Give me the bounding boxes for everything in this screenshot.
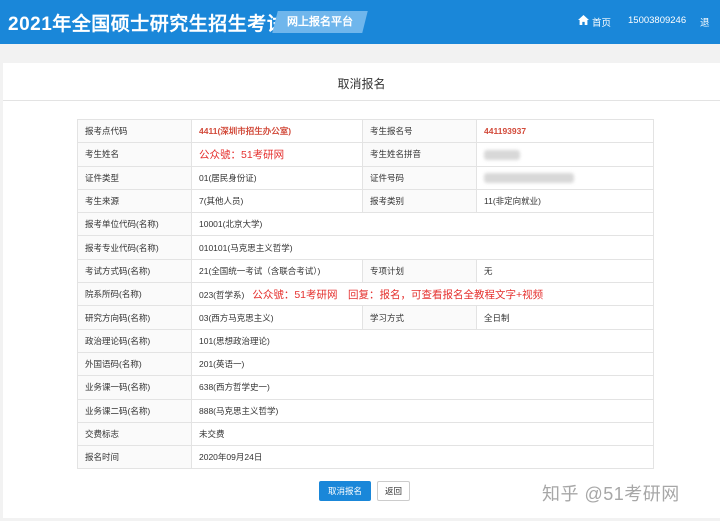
field-label: 考生姓名 (77, 142, 192, 167)
field-label: 报名时间 (77, 445, 192, 470)
field-value: 无 (476, 258, 654, 284)
zhihu-watermark: 知乎 @51考研网 (542, 484, 680, 504)
home-icon[interactable] (578, 15, 589, 25)
field-label: 考试方式码(名称) (77, 258, 192, 284)
field-label: 研究方向码(名称) (77, 305, 192, 330)
field-value: 21(全国统一考试（含联合考试）) (191, 258, 363, 284)
field-label: 报考专业代码(名称) (77, 235, 192, 260)
redacted-block (484, 173, 574, 184)
table-row: 报名时间 2020年09月24日 (77, 445, 654, 470)
field-label: 报考点代码 (77, 118, 192, 144)
payment-status-value: 未交费 (191, 421, 654, 447)
id-type-value: 01(居民身份证) (191, 165, 363, 190)
field-label: 政治理论码(名称) (77, 328, 192, 353)
field-label: 报考单位代码(名称) (77, 212, 192, 237)
table-row: 考生姓名 公众號：51考研网 考生姓名拼音 (77, 142, 654, 167)
table-row: 报考点代码 4411(深圳市招生办公室) 考生报名号 441193937 (77, 118, 654, 144)
field-label: 考生报名号 (362, 118, 477, 144)
field-label: 交费标志 (77, 421, 192, 447)
table-row: 业务课二码(名称) 888(马克思主义哲学) (77, 398, 654, 423)
field-value: 7(其他人员) (191, 188, 363, 214)
cancel-registration-card: 取消报名 报考点代码 4411(深圳市招生办公室) 考生报名号 44119393… (3, 63, 720, 518)
field-label: 业务课二码(名称) (77, 398, 192, 423)
table-row: 报考单位代码(名称) 10001(北京大学) (77, 212, 654, 237)
table-row: 外国语码(名称) 201(英语一) (77, 351, 654, 377)
field-label: 证件号码 (362, 165, 477, 190)
name-watermark: 公众號：51考研网 (199, 148, 285, 161)
field-label: 业务课一码(名称) (77, 375, 192, 400)
table-row: 报考专业代码(名称) 010101(马克思主义哲学) (77, 235, 654, 260)
field-value: 201(英语一) (191, 351, 654, 377)
field-label: 证件类型 (77, 165, 192, 190)
exam-site-value: 4411(深圳市招生办公室) (191, 118, 363, 144)
field-value: 638(西方哲学史一) (191, 375, 654, 400)
platform-label: 网上报名平台 (287, 16, 353, 28)
field-label: 考生来源 (77, 188, 192, 214)
table-row: 考生来源 7(其他人员) 报考类别 11(非定向就业) (77, 188, 654, 214)
top-header: 2021年全国硕士研究生招生考试 网上报名平台 首页 15003809246 退 (0, 0, 720, 44)
field-label: 考生姓名拼音 (362, 142, 477, 167)
field-label: 外国语码(名称) (77, 351, 192, 377)
site-title: 2021年全国硕士研究生招生考试 (8, 14, 287, 35)
field-label: 报考类别 (362, 188, 477, 214)
exit-link[interactable]: 退 (700, 15, 710, 29)
field-value: 10001(北京大学) (191, 212, 654, 237)
table-row: 证件类型 01(居民身份证) 证件号码 (77, 165, 654, 190)
name-pinyin-value (476, 142, 654, 167)
field-value: 全日制 (476, 305, 654, 330)
nav-home-link[interactable]: 首页 (592, 15, 611, 29)
table-row: 政治理论码(名称) 101(思想政治理论) (77, 328, 654, 353)
table-row: 交费标志 未交费 (77, 421, 654, 447)
user-phone[interactable]: 15003809246 (628, 15, 686, 26)
table-row: 考试方式码(名称) 21(全国统一考试（含联合考试）) 专项计划 无 (77, 258, 654, 284)
page-title: 取消报名 (337, 77, 386, 91)
title-divider (3, 100, 720, 101)
candidate-name-value: 公众號：51考研网 (191, 142, 363, 167)
redacted-block (484, 149, 520, 160)
department-watermark: 公众號：51考研网 回复：报名，可查看报名全教程文字+视频 (252, 288, 544, 301)
id-number-value (476, 165, 654, 190)
department-value: 023(哲学系) 公众號：51考研网 回复：报名，可查看报名全教程文字+视频 (191, 282, 654, 307)
field-value: 010101(马克思主义哲学) (191, 235, 654, 260)
table-row: 院系所码(名称) 023(哲学系) 公众號：51考研网 回复：报名，可查看报名全教… (77, 282, 654, 307)
field-value: 023(哲学系) (199, 289, 245, 300)
field-label: 专项计划 (362, 258, 477, 284)
registration-time-value: 2020年09月24日 (191, 445, 654, 470)
registration-number-value: 441193937 (476, 118, 654, 144)
field-label: 学习方式 (362, 305, 477, 330)
field-value: 03(西方马克思主义) (191, 305, 363, 330)
field-value: 101(思想政治理论) (191, 328, 654, 353)
field-value: 888(马克思主义哲学) (191, 398, 654, 423)
field-value: 11(非定向就业) (476, 188, 654, 214)
table-row: 研究方向码(名称) 03(西方马克思主义) 学习方式 全日制 (77, 305, 654, 330)
platform-badge: 网上报名平台 (272, 11, 368, 33)
field-label: 院系所码(名称) (77, 282, 192, 307)
registration-info-table: 报考点代码 4411(深圳市招生办公室) 考生报名号 441193937 考生姓… (77, 118, 654, 470)
back-button[interactable]: 返回 (377, 481, 410, 501)
table-row: 业务课一码(名称) 638(西方哲学史一) (77, 375, 654, 400)
cancel-registration-button[interactable]: 取消报名 (319, 481, 371, 501)
